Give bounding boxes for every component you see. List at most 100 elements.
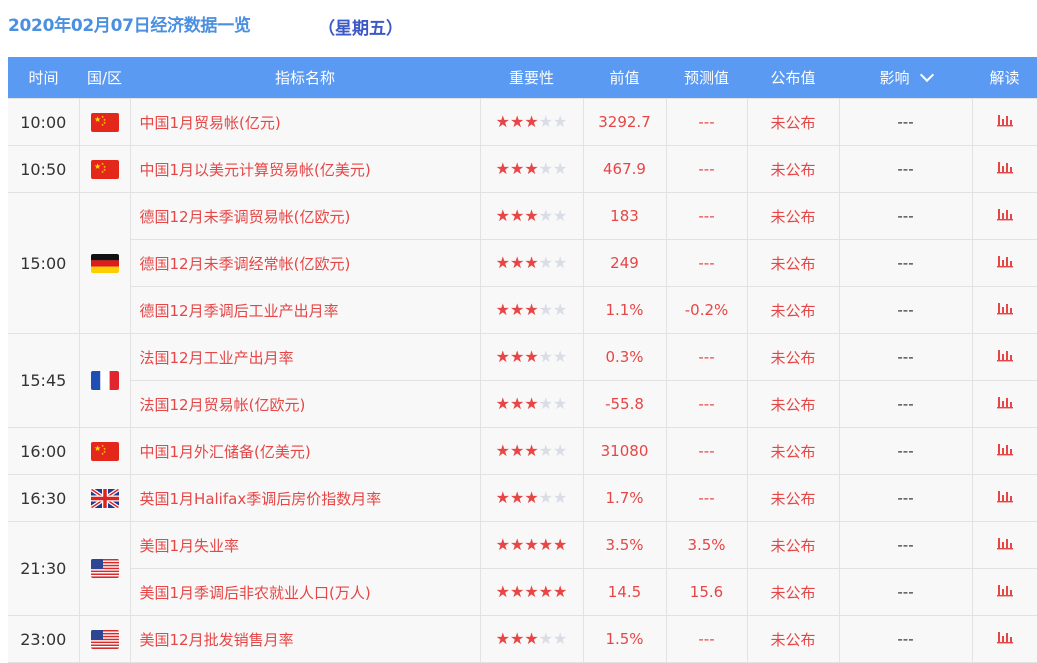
table-row: 15:45 法国12月工业产出月率 ★★★★★ 0.3% --- 未公布 --- <box>8 333 1037 428</box>
star-filled-icon: ★ <box>495 535 510 554</box>
star-filled-icon: ★ <box>495 394 510 413</box>
star-empty-icon: ★ <box>538 253 554 272</box>
analysis-button[interactable] <box>971 615 1037 663</box>
impact-value: --- <box>838 427 973 475</box>
indicator-name[interactable]: 中国1月贸易帐(亿元) <box>129 98 481 146</box>
star-filled-icon: ★ <box>553 582 568 601</box>
indicator-name[interactable]: 德国12月未季调经常帐(亿欧元) <box>129 239 481 287</box>
analysis-button[interactable] <box>971 145 1037 193</box>
bar-chart-icon <box>996 395 1013 413</box>
indicator-name[interactable]: 英国1月Halifax季调后房价指数月率 <box>129 474 481 522</box>
impact-filter-dropdown[interactable]: 影响 <box>839 57 972 99</box>
indicator-name[interactable]: 法国12月贸易帐(亿欧元) <box>129 380 481 428</box>
star-filled-icon: ★ <box>524 159 539 178</box>
star-filled-icon: ★ <box>509 347 525 366</box>
previous-value: 3.5% <box>582 521 667 569</box>
cn-flag-icon: ★ ★ ★ ★ ★ <box>90 441 119 461</box>
forecast-value: --- <box>665 98 748 146</box>
analysis-button[interactable] <box>971 474 1037 522</box>
bar-chart-icon <box>996 630 1013 648</box>
analysis-button[interactable] <box>971 333 1037 381</box>
indicator-name[interactable]: 美国1月季调后非农就业人口(万人) <box>129 568 481 616</box>
star-filled-icon: ★ <box>495 206 510 225</box>
star-filled-icon: ★ <box>495 253 510 272</box>
bar-chart-icon <box>996 583 1013 601</box>
star-empty-icon: ★ <box>553 112 568 131</box>
actual-value: 未公布 <box>746 427 840 475</box>
indicator-name[interactable]: 法国12月工业产出月率 <box>129 333 481 381</box>
star-filled-icon: ★ <box>509 112 525 131</box>
previous-value: 3292.7 <box>582 98 667 146</box>
star-filled-icon: ★ <box>509 629 525 648</box>
actual-value: 未公布 <box>746 615 840 663</box>
cn-flag-icon: ★ ★ ★ ★ ★ <box>90 159 119 179</box>
star-filled-icon: ★ <box>495 441 510 460</box>
region-cell <box>78 615 131 663</box>
star-empty-icon: ★ <box>538 206 554 225</box>
analysis-button[interactable] <box>971 568 1037 616</box>
analysis-button[interactable] <box>971 380 1037 428</box>
col-header-impact: 影响 <box>879 69 910 87</box>
analysis-button[interactable] <box>971 521 1037 569</box>
bar-chart-icon <box>996 113 1013 131</box>
importance-stars: ★★★★★ <box>479 521 584 569</box>
star-filled-icon: ★ <box>524 300 539 319</box>
star-filled-icon: ★ <box>524 535 539 554</box>
indicator-name[interactable]: 德国12月未季调贸易帐(亿欧元) <box>129 192 481 240</box>
importance-stars: ★★★★★ <box>479 474 584 522</box>
previous-value: 31080 <box>582 427 667 475</box>
region-cell <box>78 192 131 334</box>
bar-chart-icon <box>996 160 1013 178</box>
star-empty-icon: ★ <box>538 394 554 413</box>
analysis-button[interactable] <box>971 98 1037 146</box>
importance-stars: ★★★★★ <box>479 333 584 381</box>
star-filled-icon: ★ <box>524 441 539 460</box>
star-empty-icon: ★ <box>538 159 554 178</box>
analysis-button[interactable] <box>971 239 1037 287</box>
time-cell: 15:00 <box>8 192 80 334</box>
indicator-name[interactable]: 美国12月批发销售月率 <box>129 615 481 663</box>
star-empty-icon: ★ <box>538 112 554 131</box>
table-row: 10:50 ★ ★ ★ ★ ★ 中国1月以美元计算贸易帐(亿美元) ★★★★★ 467.9 ---… <box>8 145 1037 193</box>
indicator-name[interactable]: 美国1月失业率 <box>129 521 481 569</box>
star-filled-icon: ★ <box>509 300 525 319</box>
star-filled-icon: ★ <box>495 300 510 319</box>
indicator-name[interactable]: 中国1月以美元计算贸易帐(亿美元) <box>129 145 481 193</box>
star-filled-icon: ★ <box>509 488 525 507</box>
star-filled-icon: ★ <box>509 159 525 178</box>
analysis-button[interactable] <box>971 286 1037 334</box>
cn-flag-icon: ★ ★ ★ ★ ★ <box>90 112 119 132</box>
impact-value: --- <box>838 333 973 381</box>
weekday-label: （星期五） <box>318 19 403 39</box>
table-row: 16:30 英国1月Halifax季调后房价指数月率 ★★★★★ 1.7% --- 未公布… <box>8 474 1037 522</box>
region-cell <box>78 333 131 428</box>
star-filled-icon: ★ <box>509 253 525 272</box>
svg-text:★: ★ <box>101 170 104 174</box>
bar-chart-icon <box>996 254 1013 272</box>
bar-chart-icon <box>996 442 1013 460</box>
forecast-value: --- <box>665 145 748 193</box>
time-cell: 15:45 <box>8 333 80 428</box>
impact-value: --- <box>838 521 973 569</box>
star-filled-icon: ★ <box>509 535 525 554</box>
analysis-button[interactable] <box>971 192 1037 240</box>
star-filled-icon: ★ <box>524 582 539 601</box>
col-header-importance: 重要性 <box>480 57 583 99</box>
star-filled-icon: ★ <box>495 629 510 648</box>
time-cell: 10:00 <box>8 98 80 146</box>
indicator-name[interactable]: 中国1月外汇储备(亿美元) <box>129 427 481 475</box>
importance-stars: ★★★★★ <box>479 427 584 475</box>
indicator-name[interactable]: 德国12月季调后工业产出月率 <box>129 286 481 334</box>
fr-flag-icon <box>90 371 119 390</box>
forecast-value: --- <box>665 192 748 240</box>
actual-value: 未公布 <box>746 98 840 146</box>
time-cell: 16:30 <box>8 474 80 522</box>
importance-stars: ★★★★★ <box>479 192 584 240</box>
analysis-button[interactable] <box>971 427 1037 475</box>
star-empty-icon: ★ <box>553 300 568 319</box>
impact-value: --- <box>838 380 973 428</box>
star-filled-icon: ★ <box>509 394 525 413</box>
table-row: 15:00 德国12月未季调贸易帐(亿欧元) ★★★★★ 183 --- 未公布 --- <box>8 192 1037 334</box>
actual-value: 未公布 <box>746 521 840 569</box>
forecast-value: --- <box>665 239 748 287</box>
